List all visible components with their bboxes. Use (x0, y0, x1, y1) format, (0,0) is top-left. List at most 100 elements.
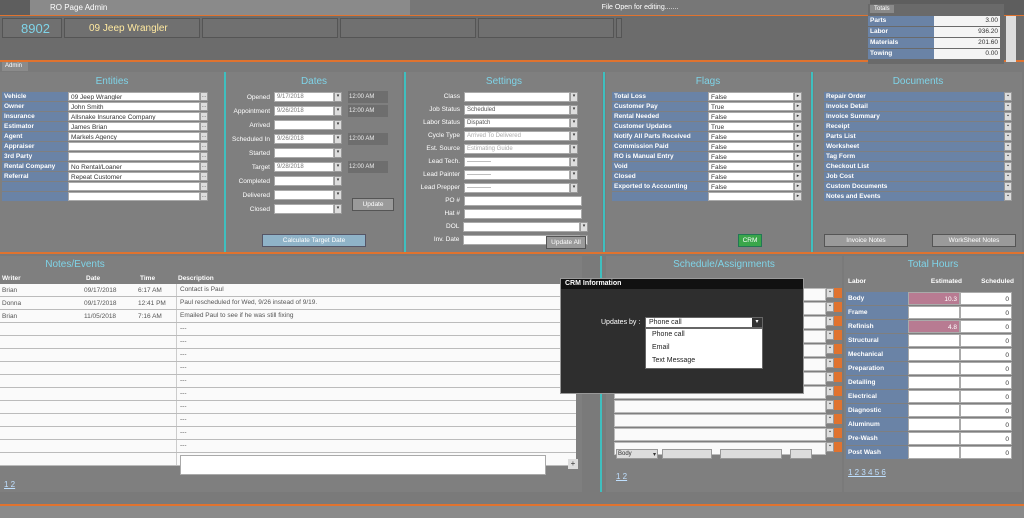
entity-value[interactable]: No Rental/Loaner (68, 162, 200, 171)
print-icon[interactable]: ▪ (1004, 102, 1012, 111)
date-input[interactable]: 9/28/2018 (274, 162, 334, 172)
edit-icon[interactable]: ▪ (826, 302, 834, 312)
flag-value[interactable]: False (708, 182, 794, 191)
delete-icon[interactable] (834, 316, 842, 326)
schedule-labor-select[interactable]: Body ▾ (616, 449, 658, 459)
toggle-icon[interactable]: ▸ (794, 92, 802, 101)
setting-value[interactable]: Arrived To Delivered (464, 130, 570, 141)
ellipsis-icon[interactable]: … (200, 122, 208, 131)
table-row[interactable]: --- (0, 323, 576, 336)
date-input[interactable] (274, 204, 334, 214)
chevron-down-icon[interactable]: ▾ (570, 182, 578, 193)
table-row[interactable]: --- (0, 336, 576, 349)
ellipsis-icon[interactable]: … (200, 142, 208, 151)
scheduled-value[interactable]: 0 (960, 362, 1012, 375)
edit-icon[interactable]: ▪ (826, 442, 834, 452)
flag-value[interactable] (708, 192, 794, 201)
print-icon[interactable]: ▪ (1004, 142, 1012, 151)
table-row[interactable]: --- (0, 349, 576, 362)
chevron-down-icon[interactable]: ▾ (570, 117, 578, 128)
calculate-target-date-button[interactable]: Calculate Target Date (262, 234, 366, 247)
admin-tab[interactable]: Admin (2, 62, 28, 71)
toggle-icon[interactable]: ▸ (794, 142, 802, 151)
scheduled-value[interactable]: 0 (960, 404, 1012, 417)
chevron-down-icon[interactable]: ▾ (570, 156, 578, 167)
ellipsis-icon[interactable]: … (200, 112, 208, 121)
hours-pager[interactable]: 1 2 3 4 5 6 (848, 468, 886, 477)
document-row[interactable]: Notes and Events ▪ (824, 192, 1012, 201)
flag-value[interactable]: False (708, 162, 794, 171)
scheduled-value[interactable]: 0 (960, 306, 1012, 319)
entity-value[interactable]: Allsnake Insurance Company (68, 112, 200, 121)
schedule-row[interactable]: ▪ (614, 428, 842, 441)
print-icon[interactable]: ▪ (1004, 172, 1012, 181)
worksheet-notes-button[interactable]: WorkSheet Notes (932, 234, 1016, 247)
setting-value[interactable]: ------------ (464, 169, 570, 180)
entity-value[interactable] (68, 182, 200, 191)
print-icon[interactable]: ▪ (1004, 192, 1012, 201)
calendar-icon[interactable]: ▾ (334, 176, 342, 186)
flag-value[interactable]: False (708, 142, 794, 151)
calendar-icon[interactable]: ▾ (334, 148, 342, 158)
chevron-down-icon[interactable]: ▾ (580, 221, 589, 232)
toggle-icon[interactable]: ▸ (794, 132, 802, 141)
update-button[interactable]: Update (352, 198, 394, 211)
flag-value[interactable]: True (708, 102, 794, 111)
calendar-icon[interactable]: ▾ (334, 120, 342, 130)
print-icon[interactable]: ▪ (1004, 162, 1012, 171)
chevron-down-icon[interactable]: ▾ (570, 169, 578, 180)
table-row[interactable]: Donna 09/17/2018 12:41 PM Paul rescheduled … (0, 297, 576, 310)
table-row[interactable]: Brian 09/17/2018 6:17 AM Contact is Paul (0, 284, 576, 297)
toggle-icon[interactable]: ▸ (794, 112, 802, 121)
entity-value[interactable]: 09 Jeep Wrangler (68, 92, 200, 101)
updates-by-select[interactable]: Phone call ▾ (645, 317, 763, 328)
scheduled-value[interactable]: 0 (960, 320, 1012, 333)
delete-icon[interactable] (834, 302, 842, 312)
calendar-icon[interactable]: ▾ (334, 106, 342, 116)
document-row[interactable]: Parts List ▪ (824, 132, 1012, 141)
date-input[interactable] (274, 148, 334, 158)
delete-icon[interactable] (834, 442, 842, 452)
table-row[interactable]: --- (0, 440, 576, 453)
document-row[interactable]: Tag Form ▪ (824, 152, 1012, 161)
document-row[interactable]: Invoice Summary ▪ (824, 112, 1012, 121)
scheduled-value[interactable]: 0 (960, 292, 1012, 305)
document-row[interactable]: Invoice Detail ▪ (824, 102, 1012, 111)
document-row[interactable]: Custom Documents ▪ (824, 182, 1012, 191)
entity-value[interactable]: Markels Agency (68, 132, 200, 141)
scheduled-value[interactable]: 0 (960, 418, 1012, 431)
schedule-start-field[interactable] (662, 449, 712, 459)
crm-option[interactable]: Email (646, 342, 762, 355)
chevron-down-icon[interactable]: ▾ (752, 318, 762, 327)
edit-icon[interactable]: ▪ (826, 386, 834, 396)
chevron-down-icon[interactable]: ▾ (570, 104, 578, 115)
ellipsis-icon[interactable]: … (200, 102, 208, 111)
chevron-down-icon[interactable]: ▾ (570, 143, 578, 154)
table-row[interactable]: --- (0, 362, 576, 375)
delete-icon[interactable] (834, 414, 842, 424)
flag-value[interactable]: False (708, 172, 794, 181)
ellipsis-icon[interactable]: … (200, 162, 208, 171)
edit-icon[interactable]: ▪ (826, 414, 834, 424)
totals-scrollbar[interactable] (1006, 16, 1016, 62)
print-icon[interactable]: ▪ (1004, 122, 1012, 131)
setting-value[interactable] (463, 221, 581, 232)
delete-icon[interactable] (834, 358, 842, 368)
print-icon[interactable]: ▪ (1004, 182, 1012, 191)
date-input[interactable] (274, 176, 334, 186)
setting-value[interactable]: ------------ (464, 182, 570, 193)
table-row[interactable]: --- (0, 427, 576, 440)
setting-value[interactable]: ------------ (464, 156, 570, 167)
toggle-icon[interactable]: ▸ (794, 152, 802, 161)
ellipsis-icon[interactable]: … (200, 182, 208, 191)
schedule-row[interactable]: ▪ (614, 414, 842, 427)
chevron-down-icon[interactable]: ▾ (570, 130, 578, 141)
scheduled-value[interactable]: 0 (960, 446, 1012, 459)
scheduled-value[interactable]: 0 (960, 432, 1012, 445)
edit-icon[interactable]: ▪ (826, 372, 834, 382)
table-row[interactable]: --- (0, 388, 576, 401)
document-row[interactable]: Receipt ▪ (824, 122, 1012, 131)
toggle-icon[interactable]: ▸ (794, 182, 802, 191)
edit-icon[interactable]: ▪ (826, 344, 834, 354)
setting-value[interactable] (464, 208, 582, 219)
